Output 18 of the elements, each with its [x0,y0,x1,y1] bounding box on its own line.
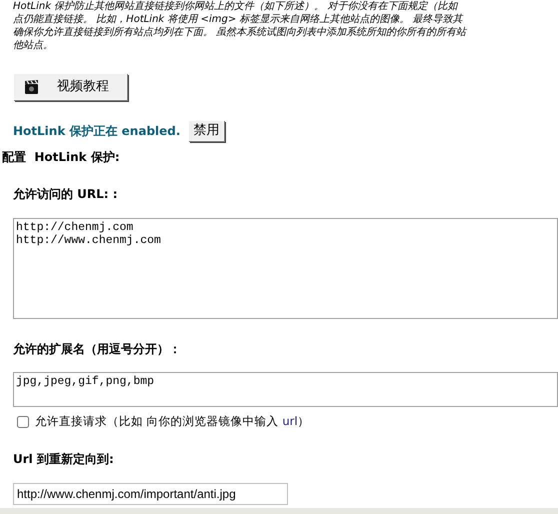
clapperboard-icon [24,78,39,94]
intro-text: HotLink 保护防止其他网站直接链接到你网站上的文件（如下所述）。 对于你没有在下面规定（比如 [13,0,458,13]
field-label: 允许的扩展名（用逗号分开）： [13,341,181,358]
url-link[interactable]: url [282,414,298,428]
section-title: 配置 HotLink 保护: [2,149,120,166]
intro-text: 确保你允许直接链接到所有站点均列在下面。 虽然本系统试图向列表中添加系统所知的你所有的所有站 [13,26,466,39]
checkbox-label: 允许直接请求（比如 向你的浏览器镜像中输入 url） [35,413,310,430]
intro-text: 他站点。 [13,39,53,52]
checkbox[interactable] [17,416,29,428]
disable-button[interactable]: 禁用 [188,120,224,141]
allowed-urls-field[interactable]: http://chenmj.com http://www.chenmj.com [13,218,558,319]
redirect-url-field[interactable]: http://www.chenmj.com/important/anti.jpg [13,483,288,506]
field-label: Url 到重新定向到: [13,451,114,468]
video-tutorial-button[interactable]: 视频教程 [13,73,127,100]
intro-text: 点仍能直接链接。 比如，HotLink 将使用 <img> 标签显示来自网络上其他站点的图像。 最终导致其 [13,13,463,26]
extensions-field[interactable]: jpg,jpeg,gif,png,bmp [13,372,558,407]
status-text: HotLink 保护正在 enabled. [13,122,180,140]
field-label: 允许访问的 URL: : [13,186,118,203]
